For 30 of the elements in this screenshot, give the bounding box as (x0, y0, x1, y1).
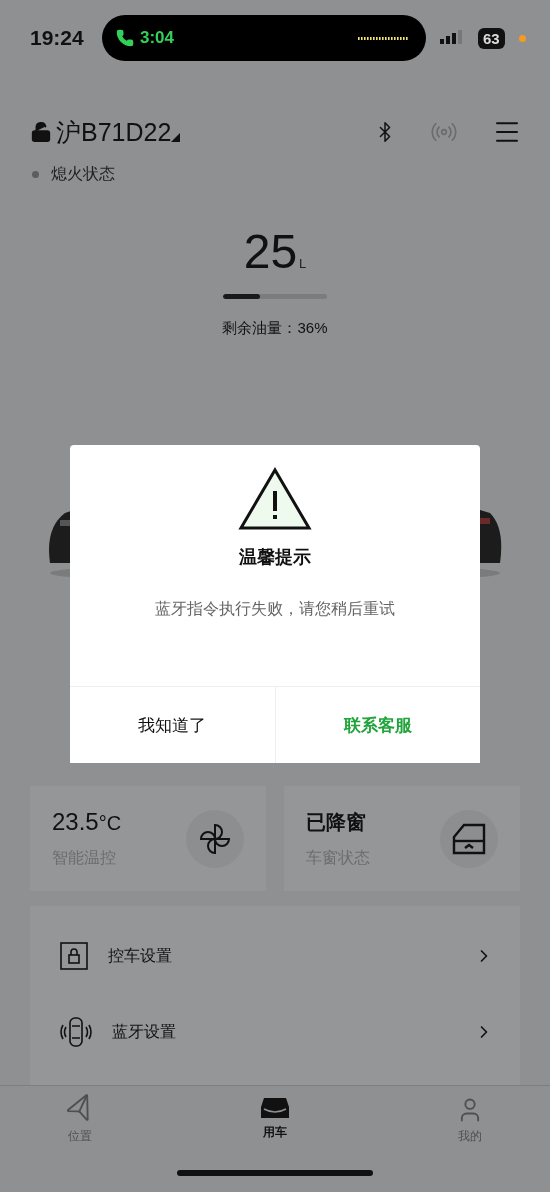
tab-label: 我的 (458, 1128, 482, 1145)
card-value: 23.5°C (52, 808, 123, 836)
fuel-unit: L (299, 256, 307, 271)
signal-icon (440, 30, 464, 46)
dialog-message: 蓝牙指令执行失败，请您稍后重试 (155, 599, 395, 619)
tab[interactable]: 用车 (245, 1096, 305, 1150)
setting-label[interactable]: 蓝牙设置 (112, 1021, 454, 1043)
audio-dots-icon (358, 36, 408, 40)
plate-number[interactable]: 沪B71D22 (56, 115, 172, 149)
fuel-amount: 25 (243, 225, 298, 278)
contact-button[interactable]: 联系客服 (274, 687, 480, 763)
warning-icon (238, 467, 312, 531)
car-signal-icon (60, 1017, 92, 1047)
card-value: 已降窗 (306, 809, 367, 835)
fuel-remaining: 剩余油量：36% (222, 319, 328, 338)
privacy-dot-icon (518, 34, 526, 42)
battery-level: 63 (478, 27, 505, 49)
padlock-icon[interactable] (30, 121, 52, 143)
car-icon (259, 1096, 291, 1120)
tab-label: 用车 (263, 1124, 287, 1141)
call-duration: 3:04 (140, 28, 175, 48)
padlock-icon (60, 942, 88, 970)
engine-status: 熄火状态 (51, 163, 115, 184)
dropdown-icon[interactable] (171, 133, 181, 142)
window-icon (452, 822, 486, 855)
phone-icon (116, 29, 134, 47)
status-dot (32, 170, 39, 178)
setting-label[interactable]: 控车设置 (108, 945, 454, 967)
dialog-title: 温馨提示 (239, 546, 311, 569)
clock-time: 19:24 (30, 26, 85, 50)
